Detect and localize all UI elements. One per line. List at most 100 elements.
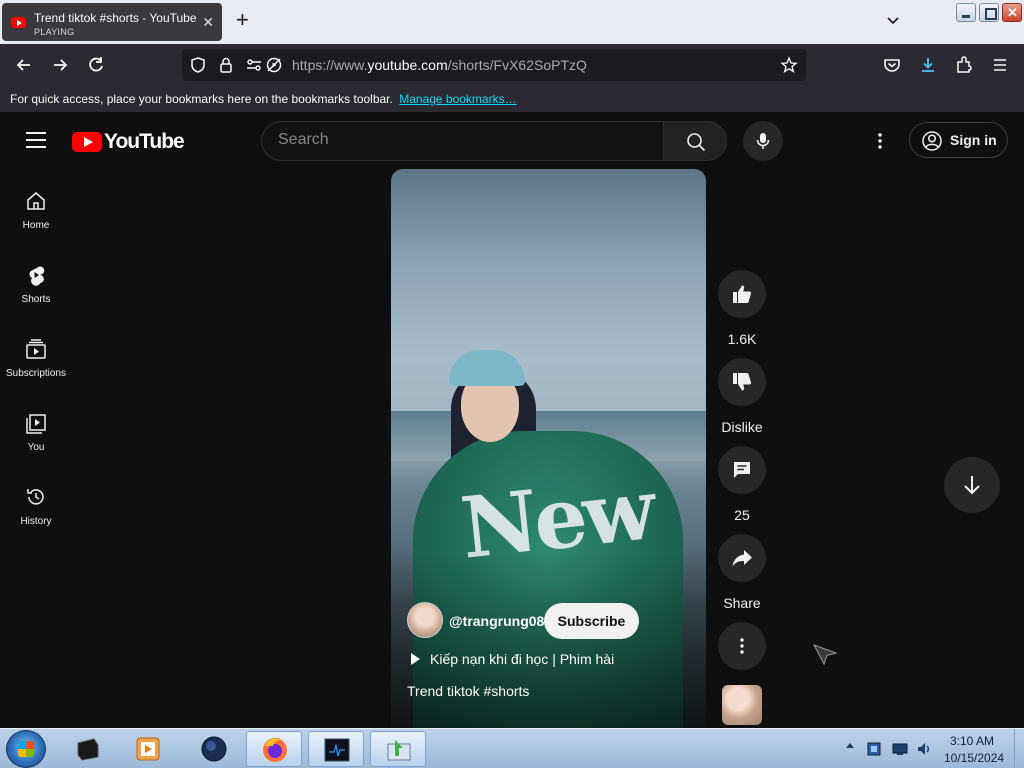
globe-app-icon	[201, 736, 227, 762]
more-vertical-icon	[740, 638, 744, 654]
taskbar-app-5[interactable]	[308, 731, 364, 767]
more-actions-button[interactable]	[717, 622, 767, 670]
sign-in-button[interactable]: Sign in	[909, 122, 1008, 158]
guide-sidebar: Home Shorts Subscriptions You History	[0, 170, 72, 728]
youtube-masthead: YouTube Sign in	[0, 112, 1024, 170]
back-icon[interactable]	[14, 55, 34, 75]
extensions-icon[interactable]	[954, 55, 974, 75]
reload-icon[interactable]	[86, 55, 106, 75]
show-desktop-button[interactable]	[1014, 729, 1024, 768]
media-player-icon	[136, 737, 160, 761]
microphone-icon	[756, 133, 770, 149]
sidebar-item-you[interactable]: You	[0, 402, 72, 462]
share-label: Share	[723, 595, 761, 611]
bookmarks-toolbar: For quick access, place your bookmarks h…	[0, 86, 1024, 112]
firefox-icon	[263, 738, 287, 762]
sidebar-item-label: You	[27, 442, 45, 453]
shorts-video-player[interactable]: New @trangrung08 Subscribe Kiếp nạn khi …	[391, 169, 706, 729]
close-window-button[interactable]	[1002, 3, 1022, 22]
address-bar[interactable]: https://www.youtube.com/shorts/FvX62SoPT…	[182, 49, 806, 81]
manage-bookmarks-link[interactable]: Manage bookmarks…	[399, 92, 516, 106]
subscriptions-icon	[26, 339, 46, 359]
tab-youtube-short[interactable]: Trend tiktok #shorts - YouTube PLAYING ✕	[2, 3, 222, 41]
taskbar-app-1[interactable]	[60, 731, 116, 767]
network-icon[interactable]	[892, 741, 908, 757]
youtube-wordmark: YouTube	[104, 130, 185, 153]
dislike-label: Dislike	[721, 419, 763, 435]
video-frame-cap	[449, 350, 525, 386]
channel-avatar[interactable]	[407, 602, 443, 638]
sidebar-item-subscriptions[interactable]: Subscriptions	[0, 328, 72, 388]
bookmark-star-icon[interactable]	[780, 56, 798, 74]
new-tab-button[interactable]: +	[236, 9, 249, 31]
sound-title-link[interactable]: Kiếp nạn khi đi học | Phim hài	[430, 651, 614, 667]
autoplay-blocked-icon[interactable]	[265, 56, 283, 74]
shorts-icon	[29, 266, 45, 286]
overlay-gradient	[391, 549, 706, 729]
url-text: https://www.youtube.com/shorts/FvX62SoPT…	[292, 57, 587, 73]
account-icon	[922, 131, 942, 151]
tab-strip: Trend tiktok #shorts - YouTube PLAYING ✕…	[0, 0, 1024, 44]
taskbar-firefox[interactable]	[246, 731, 302, 767]
sign-in-label: Sign in	[950, 132, 997, 148]
downloader-app-icon	[387, 740, 411, 761]
sound-thumbnail[interactable]	[722, 685, 762, 725]
permissions-icon[interactable]	[245, 56, 263, 74]
like-button[interactable]: 1.6K	[717, 270, 767, 347]
sidebar-item-label: Home	[22, 220, 50, 231]
youtube-favicon-icon	[11, 17, 26, 28]
clock-time[interactable]: 3:10 AM	[950, 734, 994, 748]
show-hidden-icons-icon[interactable]	[846, 743, 854, 748]
share-button[interactable]: Share	[717, 534, 767, 611]
like-count: 1.6K	[727, 331, 757, 347]
arrow-down-icon	[964, 476, 980, 495]
sidebar-item-home[interactable]: Home	[0, 180, 72, 240]
pocket-icon[interactable]	[882, 55, 902, 75]
sidebar-item-history[interactable]: History	[0, 476, 72, 536]
play-sound-icon	[411, 653, 420, 665]
voice-search-button[interactable]	[743, 121, 783, 161]
short-title[interactable]: Trend tiktok #shorts	[407, 683, 529, 699]
next-short-button[interactable]	[944, 457, 1000, 513]
settings-more-icon[interactable]	[870, 131, 890, 151]
comments-button[interactable]: 25	[717, 446, 767, 523]
taskbar-media-player[interactable]	[120, 731, 176, 767]
thumbs-down-icon	[733, 373, 752, 391]
app-menu-icon[interactable]	[990, 55, 1010, 75]
share-icon	[732, 550, 752, 567]
sidebar-item-label: Subscriptions	[5, 368, 67, 379]
tracking-protection-shield-icon[interactable]	[189, 56, 207, 74]
tab-playing-indicator: PLAYING	[34, 27, 75, 37]
windows-taskbar: 3:10 AM 10/15/2024	[0, 728, 1024, 768]
sidebar-item-shorts[interactable]: Shorts	[0, 254, 72, 314]
lock-icon[interactable]	[217, 56, 235, 74]
search-icon	[687, 133, 706, 152]
forward-icon[interactable]	[50, 55, 70, 75]
start-button[interactable]	[6, 730, 46, 768]
tray-app-icon[interactable]	[866, 741, 882, 757]
minimize-window-button[interactable]	[956, 3, 976, 22]
monitor-app-icon	[324, 738, 350, 762]
you-icon	[26, 414, 46, 434]
dislike-button[interactable]: Dislike	[717, 358, 767, 435]
history-icon	[27, 489, 44, 505]
clock-date[interactable]: 10/15/2024	[944, 751, 1004, 765]
youtube-play-logo-icon	[72, 132, 102, 152]
subscribe-button[interactable]: Subscribe	[544, 603, 639, 639]
list-all-tabs-icon[interactable]	[886, 14, 900, 28]
search-box[interactable]	[261, 121, 663, 161]
channel-handle[interactable]: @trangrung08	[449, 613, 544, 629]
taskbar-app-3[interactable]	[186, 731, 242, 767]
taskbar-app-6[interactable]	[370, 731, 426, 767]
search-button[interactable]	[663, 121, 727, 161]
guide-menu-button[interactable]	[26, 132, 46, 148]
sidebar-item-label: Shorts	[21, 294, 51, 305]
close-tab-icon[interactable]: ✕	[202, 14, 214, 31]
maximize-window-button[interactable]	[979, 3, 999, 22]
tab-title: Trend tiktok #shorts - YouTube	[34, 11, 197, 25]
downloads-icon[interactable]	[918, 55, 938, 75]
navigation-toolbar: https://www.youtube.com/shorts/FvX62SoPT…	[0, 44, 1024, 86]
comment-icon	[734, 462, 750, 478]
search-input[interactable]	[278, 131, 648, 149]
volume-icon[interactable]	[916, 741, 932, 757]
